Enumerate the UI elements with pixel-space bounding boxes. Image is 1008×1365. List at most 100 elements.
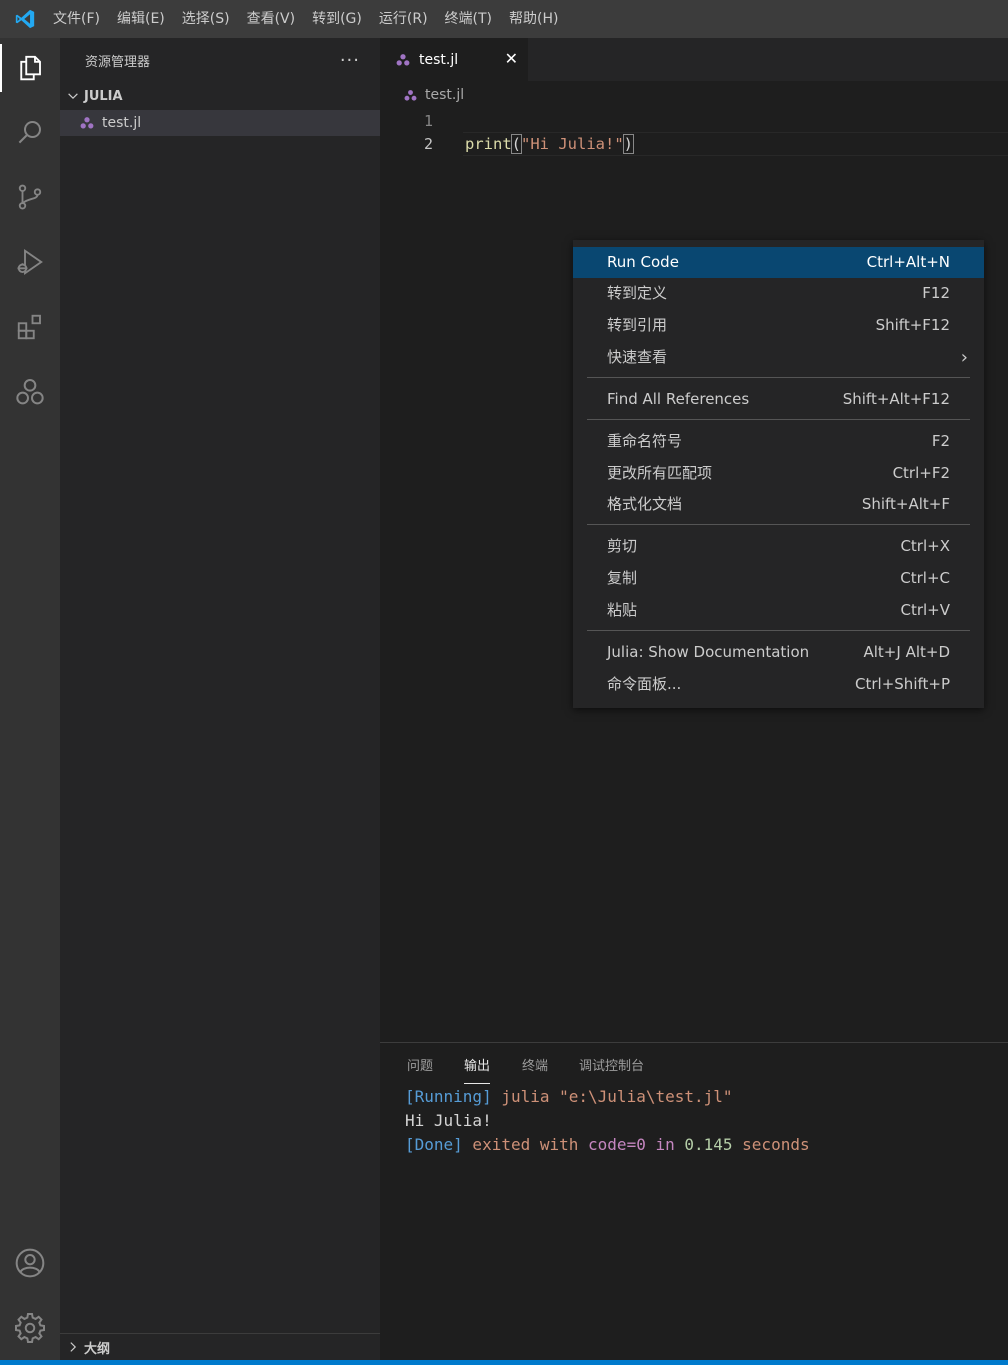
token-paren-open: ( [510, 134, 523, 154]
run-debug-icon[interactable] [0, 234, 60, 290]
chevron-right-icon: › [960, 347, 968, 368]
menu-item-format-document[interactable]: 格式化文档 Shift+Alt+F [573, 489, 984, 520]
julia-file-icon [80, 117, 94, 129]
breadcrumb-file: test.jl [425, 87, 465, 103]
menu-item-go-to-references[interactable]: 转到引用 Shift+F12 [573, 310, 984, 341]
tab-debug-console[interactable]: 调试控制台 [579, 1055, 644, 1085]
menu-item-shortcut: F12 [922, 284, 950, 302]
menu-item-go-to-definition[interactable]: 转到定义 F12 [573, 278, 984, 309]
menu-item-label: Julia: Show Documentation [607, 643, 810, 661]
menu-item-change-all-occurrences[interactable]: 更改所有匹配项 Ctrl+F2 [573, 458, 984, 489]
menu-item-shortcut: Shift+F12 [875, 316, 950, 334]
outline-label: 大纲 [84, 1341, 111, 1357]
menu-separator [587, 524, 970, 525]
menu-item-shortcut: Ctrl+V [900, 601, 950, 619]
menu-item-label: Run Code [607, 253, 679, 271]
more-actions-icon[interactable]: ··· [340, 50, 360, 71]
menu-item-rename-symbol[interactable]: 重命名符号 F2 [573, 426, 984, 457]
menu-item-julia-show-documentation[interactable]: Julia: Show Documentation Alt+J Alt+D [573, 637, 984, 668]
outline-section[interactable]: 大纲 [60, 1333, 386, 1360]
menu-item-cut[interactable]: 剪切 Ctrl+X [573, 531, 984, 562]
tab-output[interactable]: 输出 [464, 1055, 491, 1085]
menu-item-copy[interactable]: 复制 Ctrl+C [573, 563, 984, 594]
tab-problems[interactable]: 问题 [407, 1055, 433, 1085]
menu-separator [587, 377, 970, 378]
menu-item-label: 格式化文档 [607, 495, 683, 513]
menu-edit[interactable]: 编辑(E) [114, 0, 175, 38]
menu-run[interactable]: 运行(R) [376, 0, 438, 38]
vscode-logo-icon [0, 0, 50, 38]
julia-file-icon [396, 53, 410, 66]
source-control-icon[interactable] [0, 169, 60, 225]
menu-item-label: 粘贴 [607, 601, 638, 619]
menu-separator [587, 630, 970, 631]
token-paren-close: ) [622, 134, 635, 154]
account-icon[interactable] [0, 1235, 60, 1291]
menu-view[interactable]: 查看(V) [244, 0, 306, 38]
output-line-done: [Done] exited with code=0 in 0.145 secon… [405, 1133, 810, 1157]
status-bar [0, 1360, 1008, 1365]
menu-separator [587, 419, 970, 420]
output-duration: 0.145 [684, 1135, 733, 1154]
file-label: test.jl [102, 115, 142, 131]
menu-item-shortcut: Ctrl+Shift+P [855, 675, 950, 693]
menu-item-shortcut: Ctrl+X [900, 537, 950, 555]
output-line-running: [Running] julia "e:\Julia\test.jl" [405, 1085, 733, 1109]
explorer-icon[interactable] [0, 40, 60, 96]
title-bar: 文件(F) 编辑(E) 选择(S) 查看(V) 转到(G) 运行(R) 终端(T… [0, 0, 1008, 38]
output-text: seconds [732, 1135, 810, 1154]
menu-terminal[interactable]: 终端(T) [442, 0, 502, 38]
menu-item-label: 命令面板... [607, 675, 682, 693]
sidebar-title: 资源管理器 [85, 54, 151, 70]
output-tag: [Running] [405, 1087, 492, 1106]
menu-item-label: 快速查看 [607, 348, 668, 366]
tab-test-jl[interactable]: test.jl ✕ [380, 38, 528, 81]
settings-gear-icon[interactable] [0, 1300, 60, 1356]
menu-item-find-all-references[interactable]: Find All References Shift+Alt+F12 [573, 384, 984, 415]
extensions-icon[interactable] [0, 299, 60, 355]
sidebar-header: 资源管理器 ··· [60, 38, 380, 82]
menu-item-shortcut: F2 [931, 432, 950, 450]
julia-file-icon [404, 89, 417, 101]
menu-selection[interactable]: 选择(S) [179, 0, 240, 38]
menu-item-shortcut: Shift+Alt+F [861, 495, 950, 513]
menu-file[interactable]: 文件(F) [50, 0, 110, 38]
activity-bar [0, 38, 60, 1360]
menu-item-shortcut: Shift+Alt+F12 [842, 390, 950, 408]
menu-item-label: 转到引用 [607, 316, 668, 334]
menu-go[interactable]: 转到(G) [309, 0, 372, 38]
menu-item-shortcut: Alt+J Alt+D [863, 643, 951, 661]
menu-item-paste[interactable]: 粘贴 Ctrl+V [573, 595, 984, 626]
menu-item-peek[interactable]: 快速查看 › [573, 342, 984, 373]
file-item-test-jl[interactable]: test.jl [60, 110, 380, 136]
menu-item-run-code[interactable]: Run Code Ctrl+Alt+N [573, 247, 984, 278]
chevron-down-icon [68, 93, 78, 100]
line-number: 1 [423, 112, 433, 130]
search-icon[interactable] [0, 104, 60, 160]
token-function: print [465, 135, 512, 153]
tab-terminal[interactable]: 终端 [522, 1055, 548, 1085]
breadcrumb[interactable]: test.jl [380, 81, 1008, 109]
folder-label: JULIA [84, 88, 123, 104]
folder-julia[interactable]: JULIA [60, 82, 380, 110]
menu-help[interactable]: 帮助(H) [506, 0, 568, 38]
julia-icon[interactable] [0, 364, 60, 420]
menu-item-label: 剪切 [607, 537, 638, 555]
bottom-panel: 问题 输出 终端 调试控制台 [Running] julia "e:\Julia… [380, 1042, 1008, 1361]
line-number: 2 [423, 135, 433, 153]
output-line-result: Hi Julia! [405, 1111, 492, 1130]
output-tag: [Done] [405, 1135, 463, 1154]
menu-item-label: 更改所有匹配项 [607, 464, 713, 482]
menu-item-command-palette[interactable]: 命令面板... Ctrl+Shift+P [573, 669, 984, 700]
code-line-1[interactable]: 1 [380, 109, 1008, 133]
code-text: print("Hi Julia!") [465, 132, 635, 156]
output-exit-code: code=0 [588, 1135, 646, 1154]
close-icon[interactable]: ✕ [505, 49, 518, 68]
menu-item-label: Find All References [607, 390, 750, 408]
menu-item-label: 重命名符号 [607, 432, 683, 450]
code-line-2[interactable]: 2 print("Hi Julia!") [380, 132, 1008, 156]
chevron-right-icon [70, 1342, 77, 1352]
menu-item-shortcut: Ctrl+F2 [892, 464, 950, 482]
explorer-sidebar: 资源管理器 ··· JULIA test.jl 大纲 [60, 38, 386, 1360]
context-menu: Run Code Ctrl+Alt+N 转到定义 F12 转到引用 Shift+… [573, 240, 984, 708]
